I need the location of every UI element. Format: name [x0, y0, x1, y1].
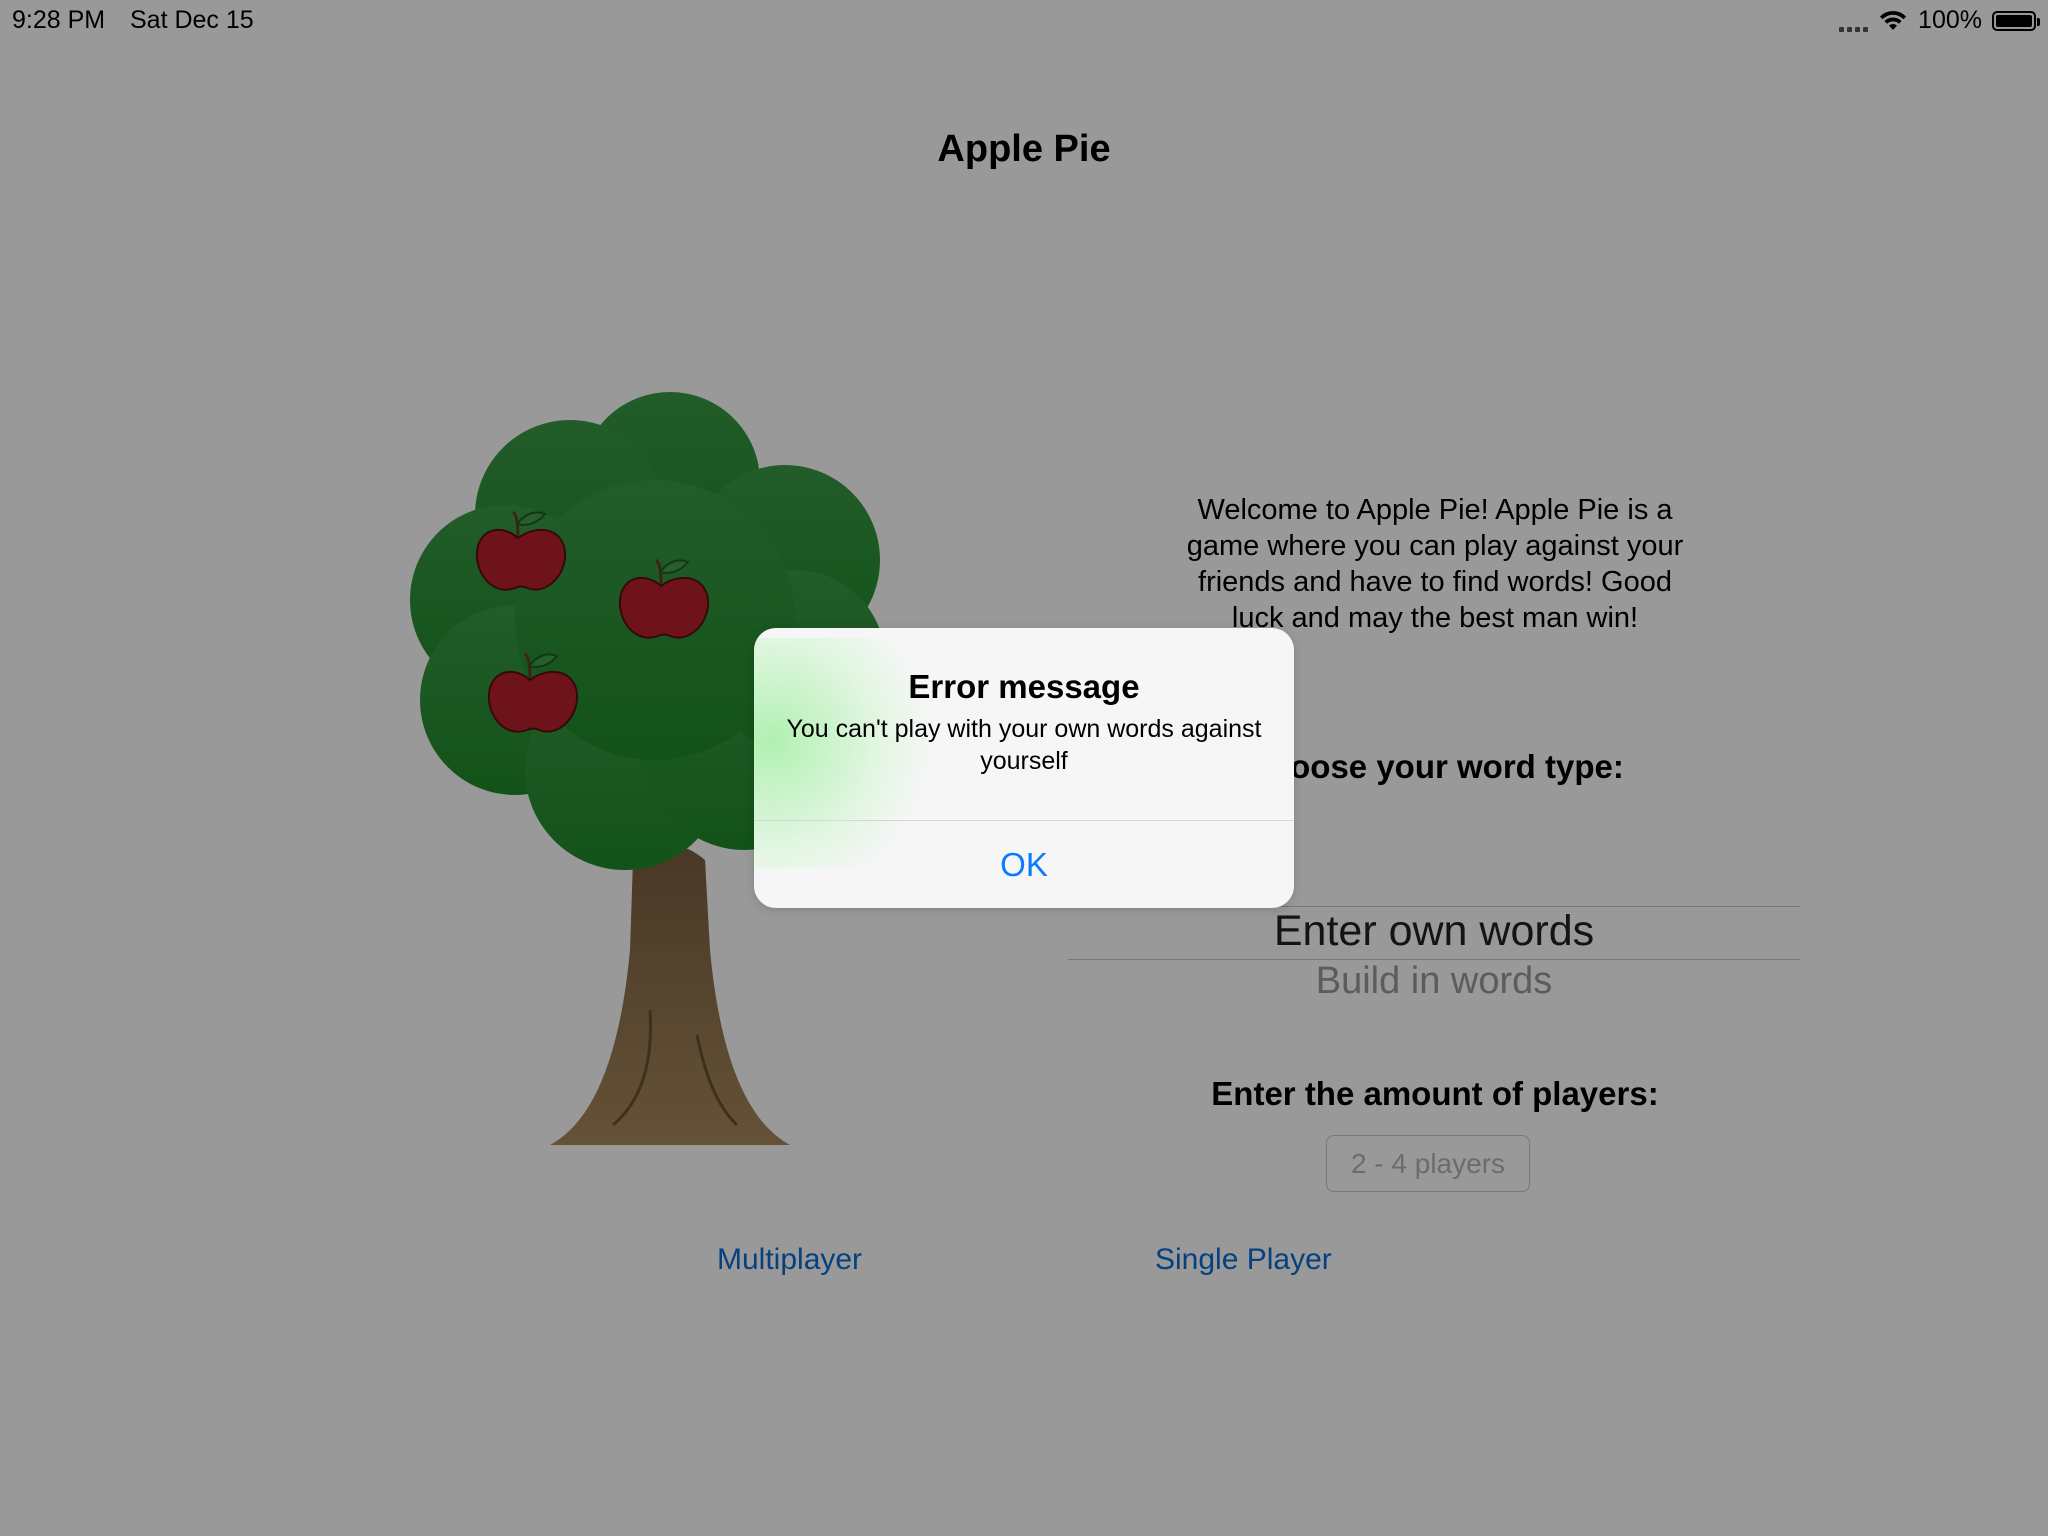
alert-ok-button[interactable]: OK: [754, 821, 1294, 908]
alert-title: Error message: [908, 668, 1140, 705]
error-alert-dialog: Error message You can't play with your o…: [754, 628, 1294, 908]
app-screen: 9:28 PM Sat Dec 15 100% Apple Pie Welcom…: [0, 0, 2048, 1536]
alert-message: You can't play with your own words again…: [786, 715, 1262, 775]
